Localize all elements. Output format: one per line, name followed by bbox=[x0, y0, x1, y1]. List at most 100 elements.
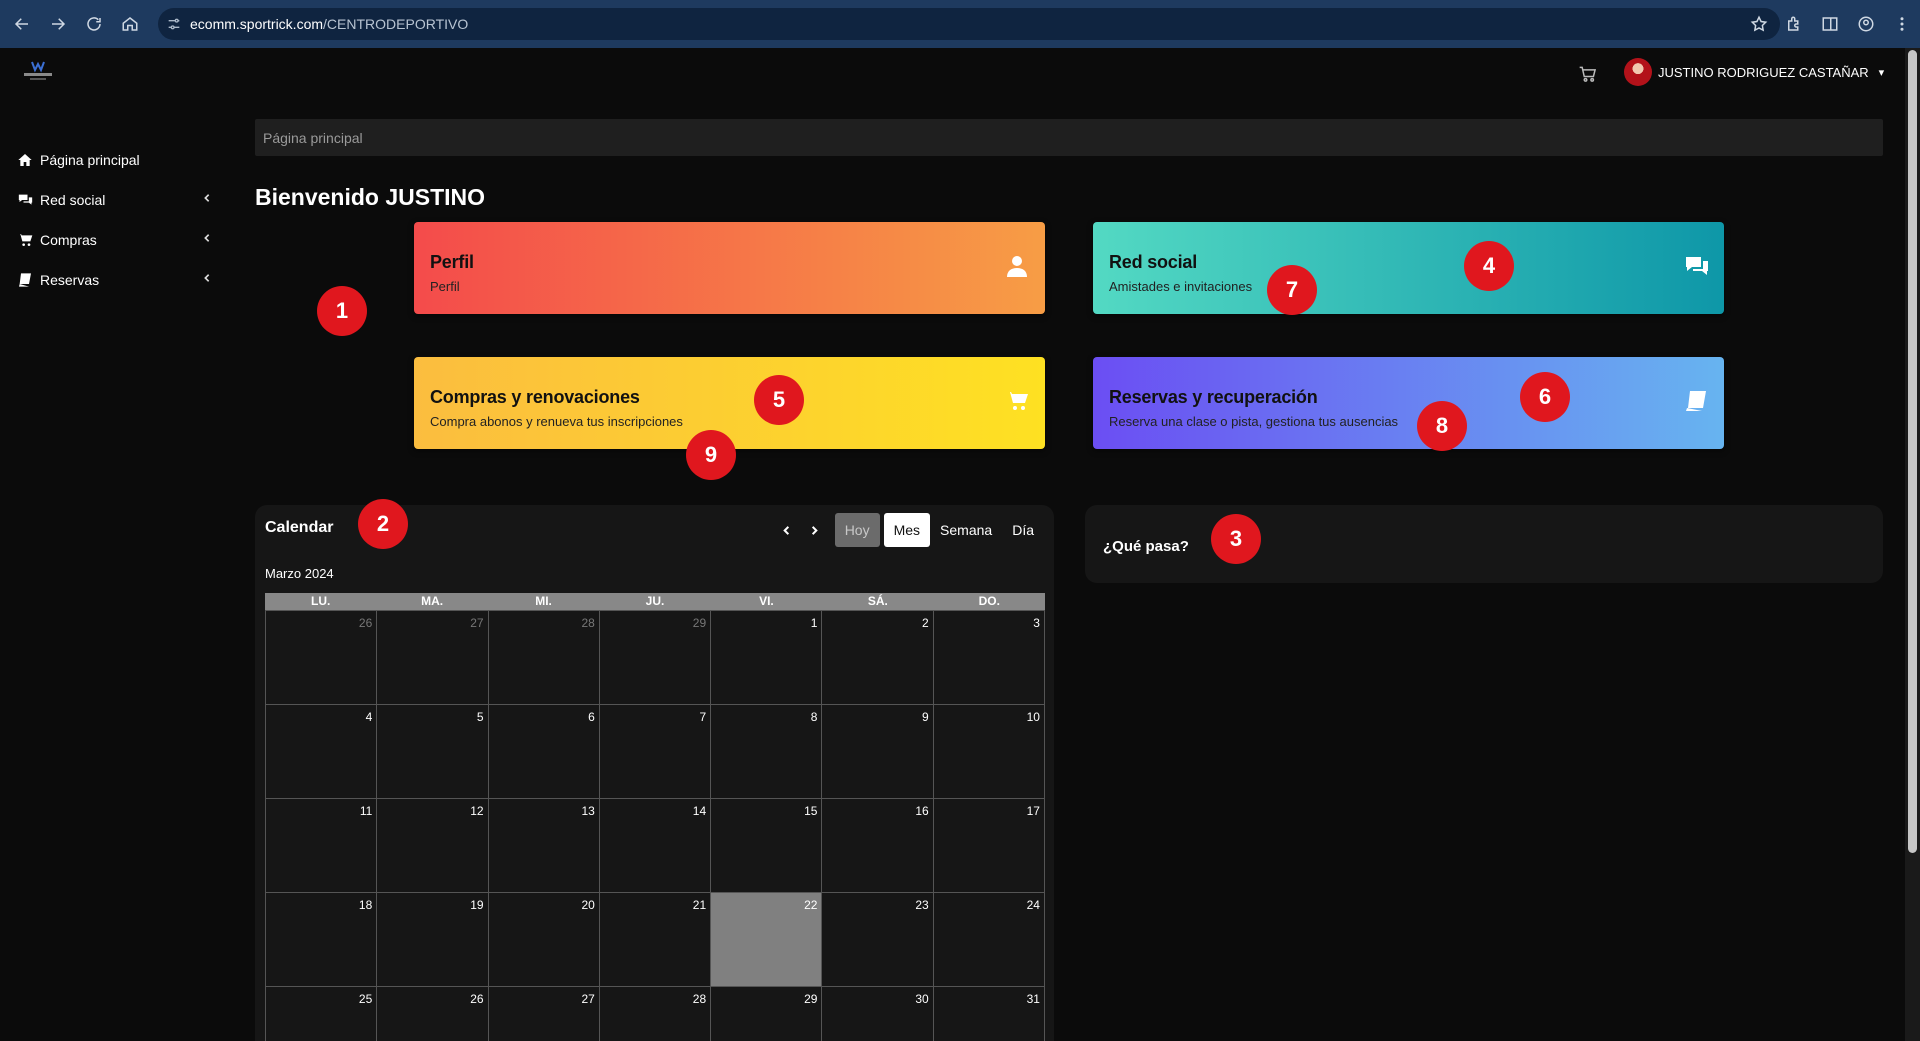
view-month-button[interactable]: Mes bbox=[883, 513, 931, 547]
calendar-day-cell[interactable]: 12 bbox=[377, 799, 489, 893]
calendar-day-cell[interactable]: 28 bbox=[488, 611, 600, 705]
cart-icon bbox=[1005, 389, 1029, 413]
view-week-button[interactable]: Semana bbox=[930, 513, 1002, 547]
extensions-button[interactable] bbox=[1776, 6, 1812, 42]
day-number: 14 bbox=[692, 804, 707, 818]
sidebar-item-pagina-principal[interactable]: Página principal bbox=[0, 140, 230, 180]
page-title: Bienvenido JUSTINO bbox=[255, 184, 486, 210]
sidebar-item-reservas[interactable]: Reservas bbox=[0, 260, 230, 300]
back-button[interactable] bbox=[4, 6, 40, 42]
day-number: 24 bbox=[1026, 898, 1040, 912]
reservas-card[interactable]: Reservas y recuperación Reserva una clas… bbox=[1093, 357, 1724, 449]
browser-toolbar: ecomm.sportrick.com/CENTRODEPORTIVO bbox=[0, 0, 1920, 48]
page-scrollbar[interactable] bbox=[1905, 48, 1920, 1041]
next-month-button[interactable] bbox=[801, 513, 829, 547]
calendar-day-cell[interactable]: 18 bbox=[266, 893, 378, 987]
calendar-day-cell[interactable]: 20 bbox=[488, 893, 600, 987]
marker-5: 5 bbox=[754, 375, 804, 425]
profile-button[interactable] bbox=[1848, 6, 1884, 42]
calendar-day-cell[interactable]: 27 bbox=[377, 611, 489, 705]
weekday-label: SÁ. bbox=[867, 594, 888, 608]
calendar-day-cell[interactable]: 23 bbox=[822, 893, 934, 987]
calendar-day-cell[interactable]: 26 bbox=[266, 611, 378, 705]
cart-icon[interactable] bbox=[1578, 64, 1598, 84]
calendar-day-cell[interactable]: 26 bbox=[377, 987, 489, 1041]
calendar-day-cell[interactable]: 10 bbox=[933, 705, 1045, 799]
calendar-day-cell[interactable]: 15 bbox=[711, 799, 823, 893]
user-menu[interactable]: JUSTINO RODRIGUEZ CASTAÑAR ▾ bbox=[1624, 58, 1884, 86]
day-number: 3 bbox=[1033, 616, 1040, 630]
calendar-day-cell[interactable]: 6 bbox=[488, 705, 600, 799]
calendar-day-cell[interactable]: 25 bbox=[266, 987, 378, 1041]
menu-button[interactable] bbox=[1884, 6, 1920, 42]
calendar-day-cell[interactable]: 21 bbox=[599, 893, 712, 987]
calendar-day-cell[interactable]: 29 bbox=[711, 987, 823, 1041]
marker-9: 9 bbox=[686, 430, 736, 480]
address-bar[interactable]: ecomm.sportrick.com/CENTRODEPORTIVO bbox=[158, 8, 1780, 40]
calendar-day-cell[interactable]: 14 bbox=[599, 799, 712, 893]
calendar-day-cell[interactable]: 9 bbox=[822, 705, 934, 799]
day-number: 15 bbox=[804, 804, 818, 818]
calendar-day-cell[interactable]: 28 bbox=[600, 987, 712, 1041]
weekday-label: JU. bbox=[645, 594, 665, 608]
calendar-day-cell[interactable]: 16 bbox=[822, 799, 934, 893]
marker-8: 8 bbox=[1417, 401, 1467, 451]
calendar-day-cell[interactable]: 17 bbox=[933, 799, 1045, 893]
calendar-title: Calendar bbox=[265, 519, 334, 536]
calendar-day-cell[interactable]: 1 bbox=[711, 611, 823, 705]
cart-icon bbox=[17, 232, 35, 248]
card-subtitle: Amistades e invitaciones bbox=[1109, 279, 1253, 294]
book-icon bbox=[1684, 389, 1708, 413]
calendar-day-cell[interactable]: 4 bbox=[266, 705, 378, 799]
scrollbar-thumb[interactable] bbox=[1908, 50, 1917, 853]
card-title: Compras y renovaciones bbox=[430, 387, 640, 407]
view-day-button[interactable]: Día bbox=[1002, 513, 1044, 547]
sidebar-item-compras[interactable]: Compras bbox=[0, 220, 230, 260]
reload-button[interactable] bbox=[76, 6, 112, 42]
compras-card[interactable]: Compras y renovaciones Compra abonos y r… bbox=[414, 357, 1045, 449]
calendar-day-cell[interactable]: 11 bbox=[266, 799, 378, 893]
forward-button[interactable] bbox=[40, 6, 76, 42]
sidebar-item-red-social[interactable]: Red social bbox=[0, 180, 230, 220]
marker-6: 6 bbox=[1520, 372, 1570, 422]
weekday-label: VI. bbox=[759, 594, 774, 608]
side-panel-button[interactable] bbox=[1812, 6, 1848, 42]
calendar-day-cell[interactable]: 7 bbox=[599, 705, 712, 799]
calendar-day-cell[interactable]: 2 bbox=[822, 611, 934, 705]
calendar-day-cell[interactable]: 8 bbox=[711, 705, 823, 799]
card-subtitle: Perfil bbox=[430, 279, 460, 294]
news-title: ¿Qué pasa? bbox=[1103, 538, 1189, 555]
site-settings-icon[interactable] bbox=[158, 16, 190, 32]
marker-3: 3 bbox=[1211, 514, 1261, 564]
calendar-day-cell[interactable]: 19 bbox=[377, 893, 489, 987]
calendar-day-cell[interactable]: 29 bbox=[599, 611, 712, 705]
red-social-card[interactable]: Red social Amistades e invitaciones bbox=[1093, 222, 1724, 314]
day-number: 29 bbox=[804, 992, 818, 1006]
bookmark-star-icon[interactable] bbox=[1750, 15, 1768, 38]
brand-logo[interactable] bbox=[20, 58, 56, 82]
today-button[interactable]: Hoy bbox=[834, 513, 880, 547]
day-number: 20 bbox=[581, 898, 595, 912]
calendar-day-cell[interactable]: 3 bbox=[933, 611, 1045, 705]
card-title: Red social bbox=[1109, 252, 1198, 272]
home-icon bbox=[17, 152, 35, 168]
weekday-label: MA. bbox=[421, 594, 444, 608]
card-subtitle: Reserva una clase o pista, gestiona tus … bbox=[1109, 414, 1399, 429]
calendar-day-cell[interactable]: 13 bbox=[488, 799, 600, 893]
calendar-day-cell[interactable]: 5 bbox=[377, 705, 489, 799]
prev-month-button[interactable] bbox=[773, 513, 801, 547]
calendar-day-cell[interactable]: 30 bbox=[822, 987, 934, 1041]
calendar-day-cell[interactable]: 31 bbox=[934, 987, 1045, 1041]
calendar-day-cell[interactable]: 27 bbox=[489, 987, 600, 1041]
card-title: Perfil bbox=[430, 252, 474, 272]
breadcrumb-item[interactable]: Página principal bbox=[263, 130, 363, 146]
home-button[interactable] bbox=[112, 6, 148, 42]
perfil-card[interactable]: Perfil Perfil bbox=[414, 222, 1045, 314]
chevron-left-icon bbox=[783, 525, 790, 535]
day-number: 21 bbox=[692, 898, 707, 912]
chevron-down-icon: ▾ bbox=[1878, 66, 1885, 79]
calendar-day-cell[interactable]: 24 bbox=[933, 893, 1045, 987]
browser-actions bbox=[1776, 6, 1920, 42]
day-number: 30 bbox=[915, 992, 929, 1006]
calendar-day-cell[interactable]: 22 bbox=[711, 893, 823, 987]
